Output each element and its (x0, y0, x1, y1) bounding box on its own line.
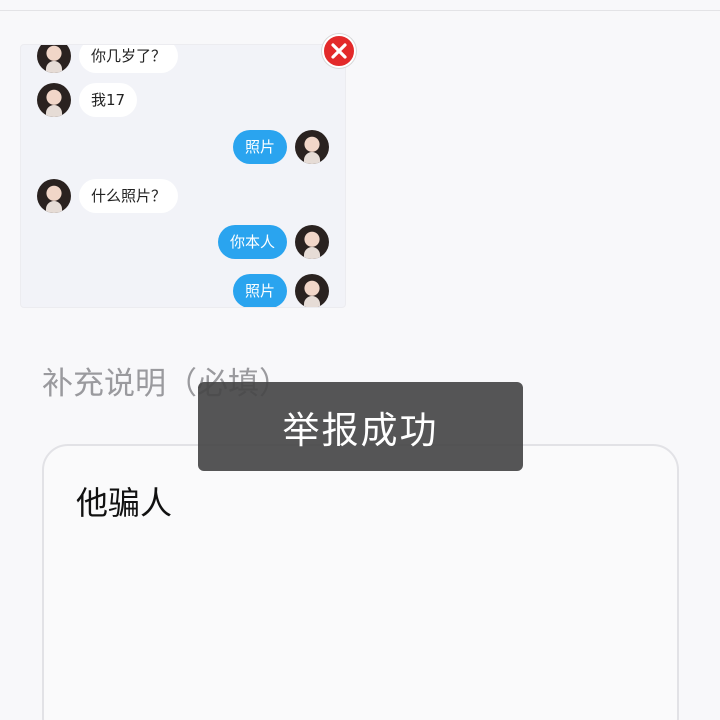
chat-message-left: 什么照片？ (37, 179, 179, 213)
avatar (37, 83, 71, 117)
chat-message-right: 照片 (232, 130, 329, 164)
top-divider (0, 0, 720, 11)
chat-message-right: 你本人 (217, 225, 329, 259)
chat-bubble: 你本人 (217, 225, 287, 259)
chat-bubble: 什么照片？ (79, 179, 179, 213)
avatar (295, 274, 329, 307)
chat-bubble: 我17 (79, 83, 138, 117)
avatar (295, 225, 329, 259)
chat-bubble: 你几岁了？ (79, 45, 179, 73)
chat-message-left: 你几岁了？ (37, 45, 179, 73)
chat-message-left: 我17 (37, 83, 138, 117)
chat-bubble: 照片 (232, 130, 287, 164)
chat-message-right: 照片 (232, 274, 329, 307)
toast: 举报成功 (198, 382, 523, 471)
evidence-screenshot-thumbnail[interactable]: 你几岁了？ 我17 照片 什么照片？ 你本人 照片 (20, 44, 346, 308)
avatar (295, 130, 329, 164)
chat-bubble: 照片 (232, 274, 287, 307)
description-text: 他骗人 (76, 484, 173, 522)
report-page: 你几岁了？ 我17 照片 什么照片？ 你本人 照片 补充说明（必填） 他骗人 举… (0, 0, 720, 720)
remove-screenshot-button[interactable] (322, 34, 356, 68)
avatar (37, 179, 71, 213)
toast-message: 举报成功 (282, 408, 439, 452)
close-icon (331, 43, 347, 59)
description-textarea[interactable]: 他骗人 (42, 444, 679, 720)
avatar (37, 45, 71, 73)
